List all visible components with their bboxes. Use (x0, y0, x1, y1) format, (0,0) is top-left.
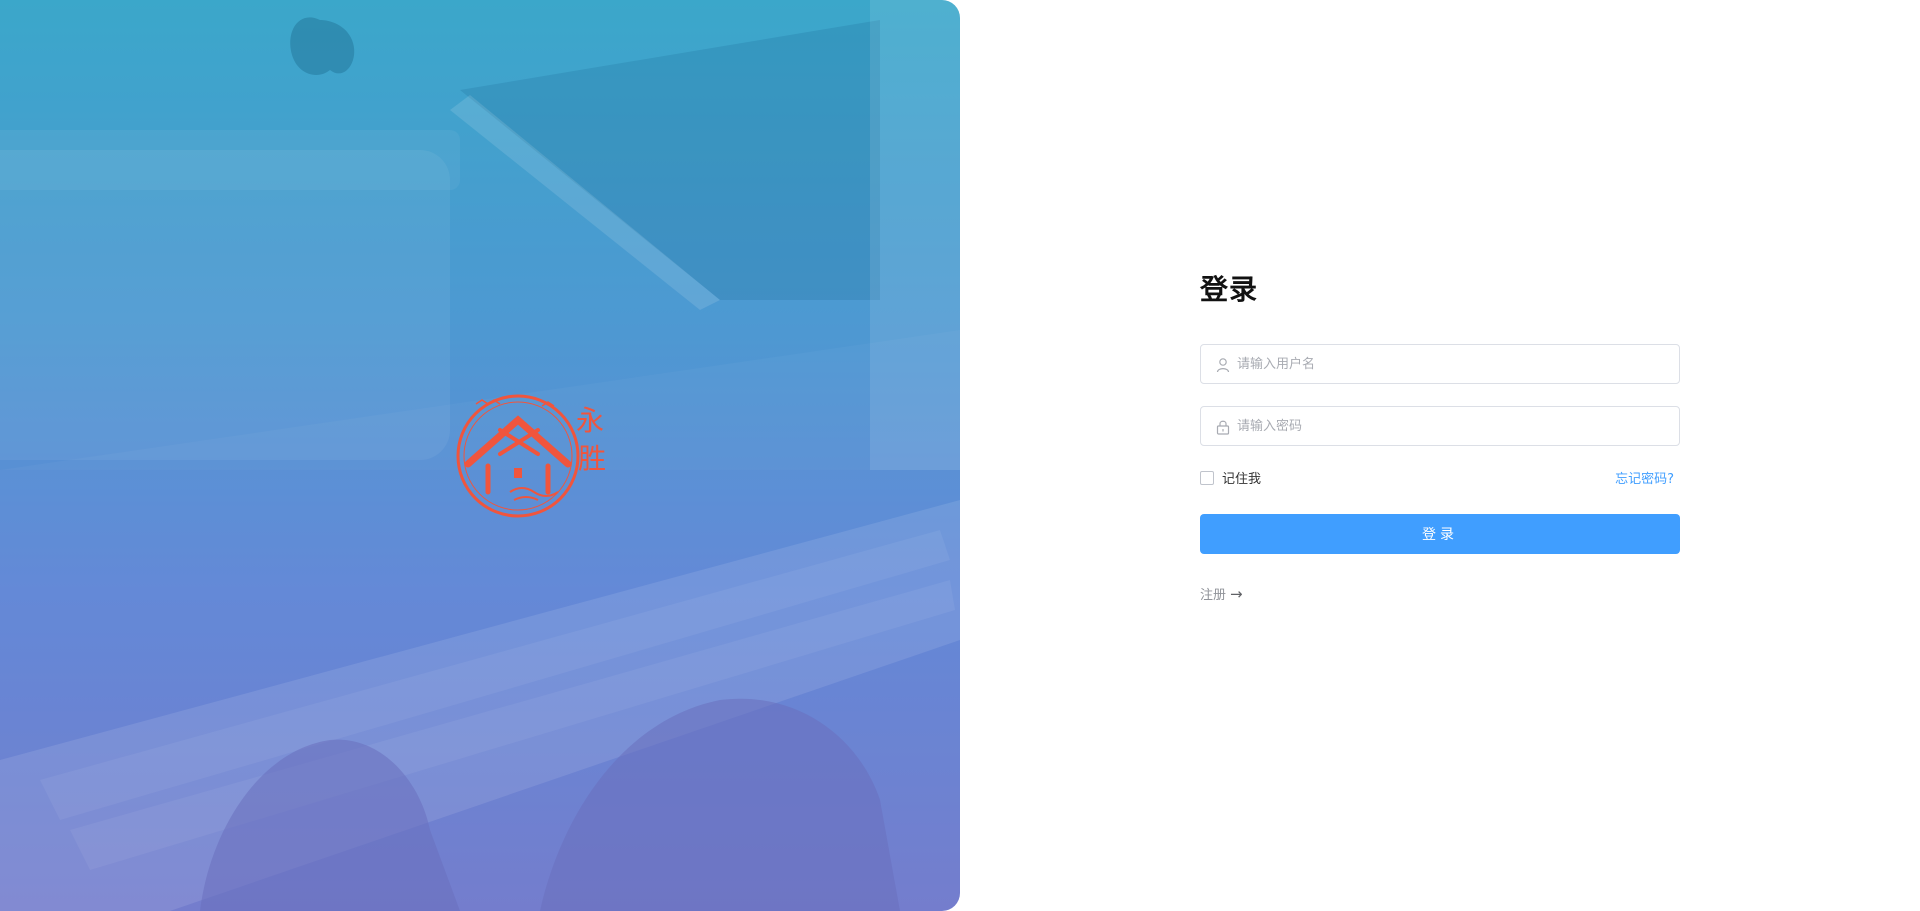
lock-icon (1216, 420, 1230, 435)
login-form: 登录 记住我 忘记密码? 登录 注册 → (1200, 270, 1680, 603)
page-title: 登录 (1200, 273, 1259, 306)
user-icon (1216, 358, 1230, 373)
password-field[interactable] (1200, 406, 1680, 446)
remember-me-label: 记住我 (1222, 472, 1262, 487)
username-field[interactable] (1200, 344, 1680, 384)
checkbox-icon[interactable] (1200, 470, 1214, 485)
login-options: 记住我 忘记密码? (1200, 468, 1680, 488)
logo-character-2: 胜 (578, 442, 606, 475)
hero-panel: 永 胜 (0, 0, 960, 911)
arrow-right-icon: → (1230, 584, 1243, 603)
login-button[interactable]: 登录 (1200, 514, 1680, 554)
brand-logo: 永 胜 (456, 394, 606, 518)
login-page: 永 胜 登录 记住我 忘记密码? (0, 0, 1920, 911)
register-label: 注册 (1200, 588, 1227, 603)
username-input[interactable] (1237, 345, 1667, 383)
remember-me-checkbox[interactable]: 记住我 (1200, 468, 1261, 487)
logo-character-1: 永 (576, 404, 604, 437)
password-input[interactable] (1237, 407, 1667, 445)
forgot-password-link[interactable]: 忘记密码? (1615, 468, 1674, 487)
register-link[interactable]: 注册 → (1200, 584, 1243, 604)
